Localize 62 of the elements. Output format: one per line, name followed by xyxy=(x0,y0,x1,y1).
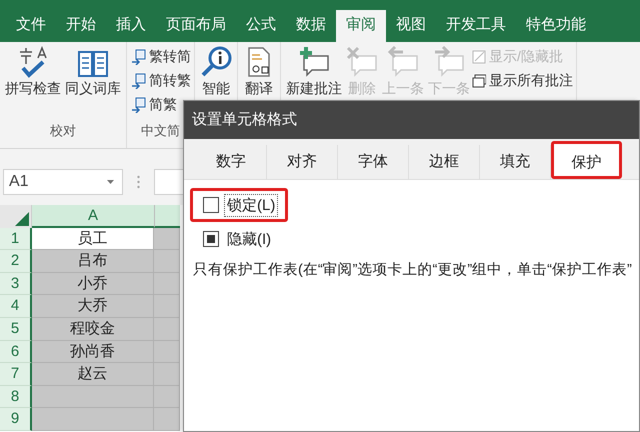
select-all-corner[interactable] xyxy=(0,205,32,228)
ribbon-tab[interactable]: 开发工具 xyxy=(436,10,516,42)
drag-handle-icon[interactable] xyxy=(137,175,140,189)
table-cell: 吕布 xyxy=(32,250,154,273)
row-header[interactable]: 3 xyxy=(0,272,32,296)
row-header[interactable]: 4 xyxy=(0,295,32,318)
caret-icon xyxy=(107,180,114,184)
checkbox-label[interactable]: 锁定(L) xyxy=(225,194,278,216)
row-header[interactable]: 9 xyxy=(0,408,32,431)
description-text: 只有保护工作表(在“审阅”选项卡上的“更改”组中，单击“保护工作表” xyxy=(192,260,633,279)
ribbon-button[interactable]: 同义词库 xyxy=(63,44,123,122)
dialog-tab[interactable]: 边框 xyxy=(409,145,480,179)
ribbon-tab[interactable]: 视图 xyxy=(386,10,436,42)
ribbon-button[interactable]: 简转繁 xyxy=(130,70,191,92)
dialog-tab[interactable]: 对齐 xyxy=(267,145,338,179)
ribbon-button[interactable]: 拼写检查 xyxy=(3,44,63,122)
ribbon-button[interactable]: 繁转简 xyxy=(130,46,191,68)
row-header[interactable]: 2 xyxy=(0,250,32,273)
name-box[interactable]: A1 xyxy=(3,169,123,195)
checkbox[interactable] xyxy=(203,231,219,247)
ribbon-tab[interactable]: 页面布局 xyxy=(156,10,236,42)
ribbon-tab[interactable]: 公式 xyxy=(236,10,286,42)
character-convert-icon xyxy=(130,73,146,89)
checkbox-label[interactable]: 隐藏(I) xyxy=(225,228,274,250)
row-header[interactable]: 8 xyxy=(0,386,32,408)
ribbon-tab[interactable]: 开始 xyxy=(56,10,106,42)
table-cell: 大乔 xyxy=(32,295,154,318)
table-cell: 小乔 xyxy=(32,272,154,296)
column-header[interactable]: A xyxy=(32,205,154,228)
triangle-icon xyxy=(15,212,29,226)
row-header[interactable]: 1 xyxy=(0,228,32,250)
row-header[interactable]: 5 xyxy=(0,318,32,341)
ribbon-tab[interactable]: 数据 xyxy=(286,10,336,42)
ribbon-tab[interactable]: 文件 xyxy=(6,10,56,42)
group-label: 中文简 xyxy=(140,122,181,140)
dialog-tab[interactable]: 保护 xyxy=(551,141,622,179)
table-cell: 赵云 xyxy=(32,363,154,386)
comment-delete-icon xyxy=(346,46,378,78)
checkbox[interactable] xyxy=(203,197,219,213)
dialog-title: 设置单元格格式 xyxy=(184,101,639,139)
dialog-tab[interactable]: 数字 xyxy=(196,145,267,179)
table-cell: 员工 xyxy=(32,228,154,250)
table-cell: 程咬金 xyxy=(32,318,154,341)
character-convert-icon xyxy=(130,49,146,65)
character-convert-icon xyxy=(130,97,146,113)
ribbon-button[interactable]: 显示所有批注 xyxy=(472,70,573,92)
comment-previous-icon xyxy=(387,46,419,78)
ribbon-tab[interactable]: 特色功能 xyxy=(516,10,596,42)
comment-next-icon xyxy=(433,46,465,78)
spell-check-icon xyxy=(17,46,49,78)
group-label: 校对 xyxy=(49,122,77,140)
table-cell: 孙尚香 xyxy=(32,340,154,364)
comment-toggle-icon xyxy=(472,50,486,64)
row-header[interactable]: 6 xyxy=(0,340,32,364)
magnifier-info-icon xyxy=(200,46,232,78)
ribbon-tab[interactable]: 审阅 xyxy=(336,10,386,42)
comment-plus-icon xyxy=(298,46,330,78)
column-header[interactable] xyxy=(154,205,180,228)
row-header[interactable]: 7 xyxy=(0,363,32,386)
comments-icon xyxy=(472,74,486,88)
ribbon-tab[interactable]: 插入 xyxy=(106,10,156,42)
dialog-tab[interactable]: 字体 xyxy=(338,145,409,179)
